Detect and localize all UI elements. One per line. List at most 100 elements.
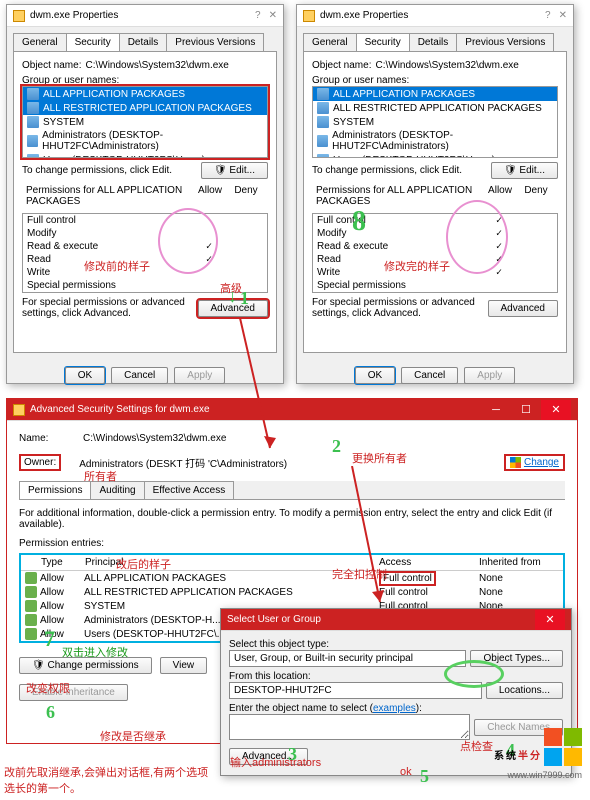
apply-button[interactable]: Apply	[464, 367, 515, 384]
brand-text: 系统半分	[494, 743, 542, 764]
object-name-label: Object name:	[22, 60, 81, 71]
annotation-bottom-note: 改前先取消继承,会弹出对话框,有两个选项选长的第一个。	[4, 764, 214, 796]
group-item[interactable]: SYSTEM	[313, 115, 557, 129]
brand-url: www.win7999.com	[507, 770, 582, 780]
name-label: Name:	[19, 433, 79, 444]
properties-window-right: dwm.exe Properties ? ✕ General Security …	[296, 4, 574, 384]
location-field	[229, 682, 482, 699]
entries-label: Permission entries:	[19, 538, 561, 549]
locations-button[interactable]: Locations...	[486, 682, 563, 699]
tab-security[interactable]: Security	[356, 33, 410, 51]
allow-col: Allow	[192, 185, 228, 207]
group-item-all-app-pkg[interactable]: ALL APPLICATION PACKAGES	[23, 87, 267, 101]
tab-general[interactable]: General	[13, 33, 67, 51]
close-icon[interactable]: ✕	[559, 10, 567, 21]
group-item[interactable]: ALL RESTRICTED APPLICATION PACKAGES	[313, 101, 557, 115]
enter-name-label: Enter the object name to select (example…	[229, 703, 559, 714]
close-button[interactable]: ✕	[535, 610, 565, 630]
table-row[interactable]: AllowALL RESTRICTED APPLICATION PACKAGES…	[21, 585, 563, 599]
titlebar[interactable]: Advanced Security Settings for dwm.exe ─…	[7, 399, 577, 421]
window-title: Select User or Group	[227, 614, 535, 625]
tab-permissions[interactable]: Permissions	[19, 481, 91, 499]
windows-logo-icon	[544, 728, 582, 766]
edit-button[interactable]: 🛡 Edit...	[491, 162, 558, 179]
help-icon[interactable]: ?	[255, 10, 261, 21]
owner-value: Administrators (DESKT 打码 'C\Administrato…	[79, 455, 504, 470]
change-owner-link[interactable]: Change	[504, 454, 565, 471]
tab-general[interactable]: General	[303, 33, 357, 51]
tab-details[interactable]: Details	[409, 33, 458, 51]
group-item[interactable]: Administrators (DESKTOP-HHUT2FC\Administ…	[313, 129, 557, 153]
group-label: Group or user names:	[22, 75, 264, 86]
group-icon	[317, 154, 329, 158]
group-label: Group or user names:	[312, 75, 554, 86]
apply-button[interactable]: Apply	[174, 367, 225, 384]
app-icon	[303, 10, 315, 22]
group-item-system[interactable]: SYSTEM	[23, 115, 267, 129]
group-icon	[27, 154, 39, 158]
group-item[interactable]: Users (DESKTOP-HHUT2FC\Users)	[313, 153, 557, 158]
group-icon	[317, 135, 328, 147]
titlebar[interactable]: dwm.exe Properties ? ✕	[7, 5, 283, 27]
groups-listbox[interactable]: ALL APPLICATION PACKAGES ALL RESTRICTED …	[312, 86, 558, 158]
allow-icon	[25, 572, 37, 584]
info-text: For additional information, double-click…	[19, 508, 565, 530]
tab-auditing[interactable]: Auditing	[90, 481, 144, 499]
change-permissions-button[interactable]: 🛡 Change permissions	[19, 657, 152, 674]
adv-tabs: Permissions Auditing Effective Access	[19, 481, 565, 499]
allow-icon	[25, 586, 37, 598]
titlebar[interactable]: Select User or Group ✕	[221, 609, 571, 631]
object-name-label: Object name:	[312, 60, 371, 71]
tab-strip: General Security Details Previous Versio…	[303, 33, 567, 51]
advanced-hint: For special permissions or advanced sett…	[22, 297, 194, 319]
group-icon	[27, 102, 39, 114]
minimize-button[interactable]: ─	[481, 400, 511, 420]
tab-previous-versions[interactable]: Previous Versions	[456, 33, 554, 51]
advanced-button[interactable]: Advanced...	[229, 748, 308, 765]
perm-header: Permissions for ALL APPLICATION PACKAGES	[26, 185, 192, 207]
tab-strip: General Security Details Previous Versio…	[13, 33, 277, 51]
help-icon[interactable]: ?	[545, 10, 551, 21]
close-button[interactable]: ✕	[541, 400, 571, 420]
security-panel: Object name: C:\Windows\System32\dwm.exe…	[303, 51, 567, 353]
group-icon	[317, 88, 329, 100]
ok-button[interactable]: OK	[65, 367, 105, 384]
object-types-button[interactable]: Object Types...	[470, 650, 563, 667]
cancel-button[interactable]: Cancel	[401, 367, 458, 384]
table-header: Type Principal Access Inherited from	[21, 555, 563, 571]
location-label: From this location:	[229, 671, 559, 682]
advanced-button[interactable]: Advanced	[488, 300, 558, 317]
tab-effective-access[interactable]: Effective Access	[144, 481, 235, 499]
object-name-value: C:\Windows\System32\dwm.exe	[375, 60, 518, 71]
object-name-input[interactable]	[229, 714, 470, 740]
edit-button[interactable]: 🛡 Edit...	[201, 162, 268, 179]
group-item-all-restricted[interactable]: ALL RESTRICTED APPLICATION PACKAGES	[23, 101, 267, 115]
tab-previous-versions[interactable]: Previous Versions	[166, 33, 264, 51]
object-type-field	[229, 650, 466, 667]
permissions-table: Full control Modify Read & execute✓ Read…	[22, 213, 268, 293]
security-panel: Object name: C:\Windows\System32\dwm.exe…	[13, 51, 277, 353]
group-icon	[27, 88, 39, 100]
maximize-button[interactable]: ☐	[511, 400, 541, 420]
tab-details[interactable]: Details	[119, 33, 168, 51]
shield-icon: 🛡	[214, 165, 227, 176]
group-item-users[interactable]: Users (DESKTOP-HHUT2FC\Users)	[23, 153, 267, 158]
table-row[interactable]: AllowALL APPLICATION PACKAGESFull contro…	[21, 571, 563, 585]
shield-icon: 🛡	[32, 660, 45, 671]
groups-listbox[interactable]: ALL APPLICATION PACKAGES ALL RESTRICTED …	[22, 86, 268, 158]
enable-inheritance-button[interactable]: Enable inheritance	[19, 684, 128, 701]
group-item[interactable]: ALL APPLICATION PACKAGES	[313, 87, 557, 101]
name-value: C:\Windows\System32\dwm.exe	[83, 433, 226, 444]
close-icon[interactable]: ✕	[269, 10, 277, 21]
advanced-button[interactable]: Advanced	[198, 300, 268, 317]
cancel-button[interactable]: Cancel	[111, 367, 168, 384]
view-button[interactable]: View	[160, 657, 208, 674]
examples-link[interactable]: examples	[373, 703, 416, 714]
group-item-admins[interactable]: Administrators (DESKTOP-HHUT2FC\Administ…	[23, 129, 267, 153]
allow-icon	[25, 600, 37, 612]
tab-security[interactable]: Security	[66, 33, 120, 51]
titlebar[interactable]: dwm.exe Properties ? ✕	[297, 5, 573, 27]
ok-button[interactable]: OK	[355, 367, 395, 384]
dialog-buttons: OK Cancel Apply	[7, 359, 283, 392]
window-title: Advanced Security Settings for dwm.exe	[30, 404, 481, 415]
